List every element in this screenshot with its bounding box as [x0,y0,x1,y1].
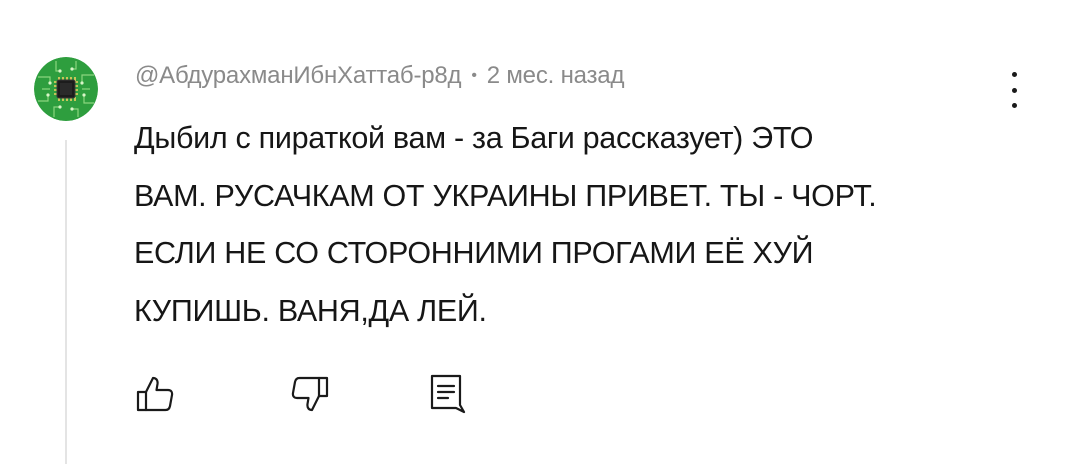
comment-line: ВАМ. РУСАЧКАМ ОТ УКРАИНЫ ПРИВЕТ. ТЫ - ЧО… [134,178,877,213]
meta-separator: • [471,67,477,84]
comment-item: @АбдурахманИбнХаттаб-р8д • 2 мес. назад Ды… [0,0,1080,464]
comment-line: КУПИШЬ. ВАНЯ,ДА ЛЕЙ. [134,293,487,328]
thumbs-up-icon [136,376,174,412]
reply-comment-icon [430,374,466,414]
comment-line: ЕСЛИ НЕ СО СТОРОННИМИ ПРОГАМИ ЕЁ ХУЙ [134,236,814,270]
comment-line: Дыбил с пираткой вам - за Баги рассказуе… [134,121,814,155]
comment-text: Дыбил с пираткой вам - за Баги рассказуе… [134,110,1014,340]
reply-button[interactable] [424,372,468,416]
thread-line [65,140,67,464]
comment-time[interactable]: 2 мес. назад [487,62,625,89]
dislike-button[interactable] [287,372,331,416]
circuit-chip-icon [34,57,98,121]
thumbs-down-icon [291,376,329,412]
more-options-button[interactable] [1000,68,1028,112]
avatar[interactable] [34,57,98,121]
comment-meta: @АбдурахманИбнХаттаб-р8д • 2 мес. назад [135,62,624,90]
more-vertical-icon [1011,72,1017,77]
like-button[interactable] [134,372,178,416]
author-handle[interactable]: @АбдурахманИбнХаттаб-р8д [135,62,462,89]
